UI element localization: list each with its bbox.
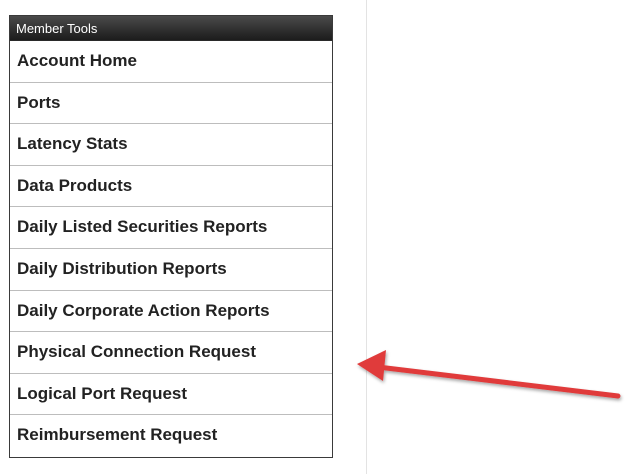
menu-item-physical-connection-request[interactable]: Physical Connection Request — [10, 332, 332, 374]
member-tools-panel: Member Tools Account Home Ports Latency … — [9, 15, 333, 458]
menu-item-ports[interactable]: Ports — [10, 83, 332, 125]
vertical-divider — [366, 0, 367, 474]
panel-title: Member Tools — [10, 16, 332, 41]
screenshot-stage: Member Tools Account Home Ports Latency … — [0, 0, 625, 474]
menu-item-logical-port-request[interactable]: Logical Port Request — [10, 374, 332, 416]
menu-item-reimbursement-request[interactable]: Reimbursement Request — [10, 415, 332, 457]
menu-item-daily-distribution-reports[interactable]: Daily Distribution Reports — [10, 249, 332, 291]
menu-item-daily-listed-securities-reports[interactable]: Daily Listed Securities Reports — [10, 207, 332, 249]
menu-item-account-home[interactable]: Account Home — [10, 41, 332, 83]
menu-item-daily-corporate-action-reports[interactable]: Daily Corporate Action Reports — [10, 291, 332, 333]
member-tools-menu: Account Home Ports Latency Stats Data Pr… — [10, 41, 332, 457]
menu-item-latency-stats[interactable]: Latency Stats — [10, 124, 332, 166]
menu-item-data-products[interactable]: Data Products — [10, 166, 332, 208]
